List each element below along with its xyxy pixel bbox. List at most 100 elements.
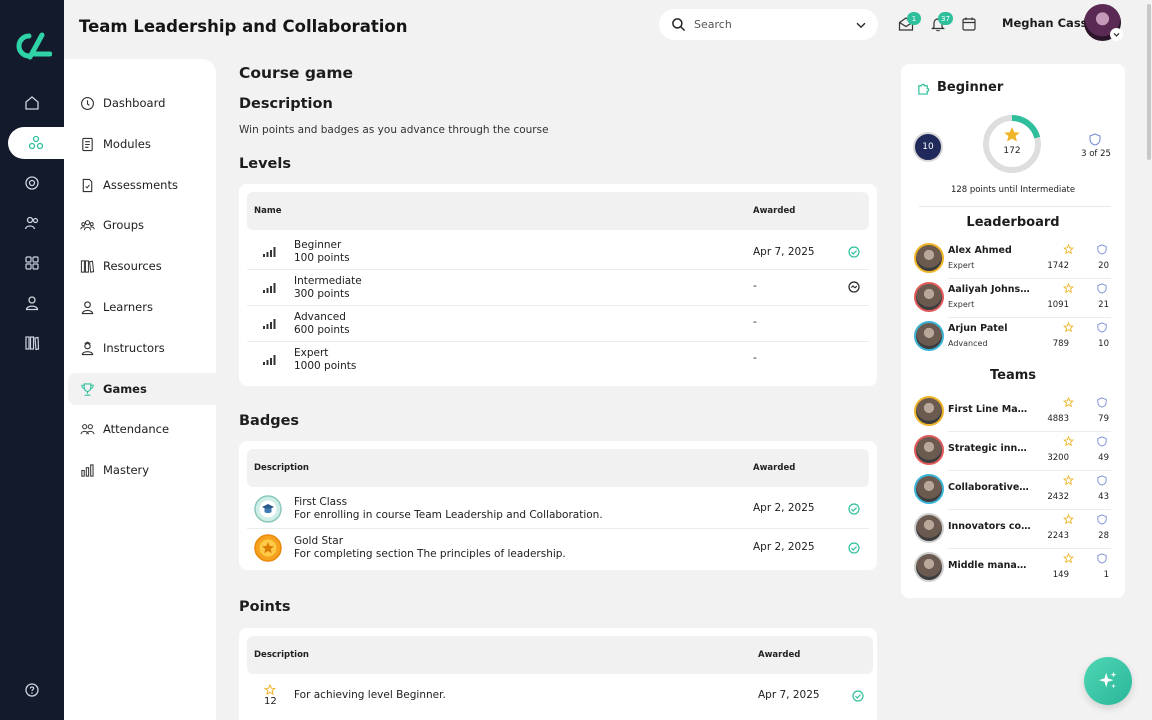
sidebar-item-resources[interactable]: Resources bbox=[68, 250, 216, 282]
column-header-description: Description bbox=[254, 463, 309, 473]
leaderboard-row[interactable]: Alex Ahmed Expert 1742 20 bbox=[913, 240, 1111, 279]
awarded-date: - bbox=[753, 352, 757, 364]
badges-table: Description Awarded First Class For enro… bbox=[239, 441, 877, 570]
table-row: Intermediate 300 points - bbox=[247, 270, 869, 306]
current-level: Beginner bbox=[937, 80, 1004, 95]
shield-icon bbox=[1097, 514, 1107, 525]
rail-profile-button[interactable] bbox=[0, 287, 64, 319]
team-row[interactable]: Innovators coll... 2243 28 bbox=[913, 510, 1111, 549]
chevron-down-icon[interactable] bbox=[854, 18, 868, 32]
rail-help-button[interactable] bbox=[0, 674, 64, 706]
groups-icon bbox=[80, 219, 95, 230]
rail-apps-button[interactable] bbox=[0, 247, 64, 279]
rail-home-button[interactable] bbox=[0, 87, 64, 119]
attendance-icon bbox=[80, 423, 95, 434]
modules-icon bbox=[82, 137, 93, 151]
badges-value: 21 bbox=[1098, 300, 1109, 310]
rail-library-button[interactable] bbox=[0, 327, 64, 359]
level-points: 100 points bbox=[294, 252, 350, 264]
team-row[interactable]: Collaborative ... 2432 43 bbox=[913, 471, 1111, 510]
sidebar-item-instructors[interactable]: Instructors bbox=[68, 332, 216, 364]
badges-value: 28 bbox=[1098, 531, 1109, 541]
column-header-awarded: Awarded bbox=[753, 206, 796, 216]
level-points: 1000 points bbox=[294, 360, 357, 372]
level-points: 300 points bbox=[294, 288, 350, 300]
calendar-icon[interactable] bbox=[961, 16, 977, 32]
scrollbar-thumb[interactable] bbox=[1147, 4, 1151, 160]
levels-heading: Levels bbox=[239, 156, 291, 172]
team-row[interactable]: First Line Mana... 4883 79 bbox=[913, 393, 1111, 432]
sidebar-item-label: Mastery bbox=[103, 463, 150, 477]
teams-heading: Teams bbox=[989, 368, 1036, 383]
team-row[interactable]: Middle manage... 149 1 bbox=[913, 549, 1111, 587]
shield-icon bbox=[1097, 397, 1107, 408]
points-progress-ring bbox=[983, 115, 1041, 173]
check-circle-icon bbox=[852, 690, 864, 702]
in-progress-icon bbox=[848, 281, 860, 293]
ai-assistant-button[interactable] bbox=[1084, 657, 1132, 705]
assessments-icon bbox=[82, 178, 93, 192]
badges-value: 10 bbox=[1098, 339, 1109, 349]
shield-icon bbox=[1097, 322, 1107, 333]
shield-icon bbox=[1089, 133, 1101, 146]
course-sidebar: Dashboard Modules Assessments Groups Res… bbox=[64, 59, 216, 720]
divider bbox=[919, 206, 1111, 207]
check-circle-icon bbox=[848, 542, 860, 554]
signal-bars-icon bbox=[263, 355, 276, 365]
rail-target-button[interactable] bbox=[0, 167, 64, 199]
description-text: Win points and badges as you advance thr… bbox=[239, 124, 549, 136]
target-icon bbox=[25, 176, 39, 190]
sidebar-item-groups[interactable]: Groups bbox=[68, 209, 216, 241]
star-icon bbox=[1063, 436, 1074, 447]
points-value: 12 bbox=[264, 696, 277, 707]
level-points: 600 points bbox=[294, 324, 350, 336]
rail-courses-button[interactable] bbox=[8, 127, 64, 159]
section-title: Course game bbox=[239, 64, 354, 82]
sidebar-item-assessments[interactable]: Assessments bbox=[68, 169, 216, 201]
points-table: Description Awarded 12 For achieving lev… bbox=[239, 628, 877, 720]
table-header: Description Awarded bbox=[247, 636, 873, 674]
points-total: 172 bbox=[1003, 146, 1021, 156]
search-input[interactable]: Search bbox=[659, 9, 878, 40]
leaderboard-row[interactable]: Arjun Patel Advanced 789 10 bbox=[913, 318, 1111, 356]
levels-table: Name Awarded Beginner 100 points Apr 7, … bbox=[239, 184, 877, 386]
chevron-down-icon bbox=[1113, 32, 1120, 37]
first-class-badge-icon bbox=[254, 495, 282, 523]
notifications-badge: 37 bbox=[938, 12, 953, 25]
sidebar-item-attendance[interactable]: Attendance bbox=[68, 413, 216, 445]
badges-value: 1 bbox=[1103, 570, 1109, 580]
awarded-date: Apr 7, 2025 bbox=[758, 689, 820, 701]
sidebar-item-games[interactable]: Games bbox=[68, 373, 216, 405]
shield-icon bbox=[1097, 475, 1107, 486]
team-row[interactable]: Strategic innov... 3200 49 bbox=[913, 432, 1111, 471]
people-icon bbox=[24, 216, 39, 230]
sidebar-item-label: Groups bbox=[103, 218, 145, 232]
table-row: Expert 1000 points - bbox=[247, 342, 869, 378]
sidebar-item-learners[interactable]: Learners bbox=[68, 291, 216, 323]
star-icon bbox=[1004, 127, 1020, 142]
shield-icon bbox=[1097, 283, 1107, 294]
leaderboard-row[interactable]: Aaliyah Johnson Expert 1091 21 bbox=[913, 279, 1111, 318]
avatar bbox=[914, 282, 944, 312]
points-value: 2243 bbox=[1047, 531, 1069, 541]
avatar bbox=[914, 321, 944, 351]
sidebar-item-dashboard[interactable]: Dashboard bbox=[68, 87, 216, 119]
user-menu-button[interactable] bbox=[1110, 28, 1123, 41]
rail-people-button[interactable] bbox=[0, 207, 64, 239]
table-row: First Class For enrolling in course Team… bbox=[247, 489, 869, 529]
awarded-date: Apr 2, 2025 bbox=[753, 502, 815, 514]
team-name: First Line Mana... bbox=[948, 404, 1032, 415]
level-name: Expert bbox=[294, 347, 329, 359]
team-name: Middle manage... bbox=[948, 560, 1032, 571]
badges-value: 49 bbox=[1098, 453, 1109, 463]
sidebar-item-modules[interactable]: Modules bbox=[68, 128, 216, 160]
app-logo[interactable] bbox=[12, 32, 52, 60]
user-name[interactable]: Meghan Cass bbox=[1002, 16, 1088, 30]
sidebar-item-label: Attendance bbox=[103, 422, 170, 436]
sidebar-item-mastery[interactable]: Mastery bbox=[68, 454, 216, 486]
team-name: Collaborative ... bbox=[948, 482, 1032, 493]
sidebar-item-label: Games bbox=[103, 382, 147, 396]
points-value: 789 bbox=[1052, 339, 1069, 349]
check-circle-icon bbox=[848, 246, 860, 258]
points-value: 1091 bbox=[1047, 300, 1069, 310]
